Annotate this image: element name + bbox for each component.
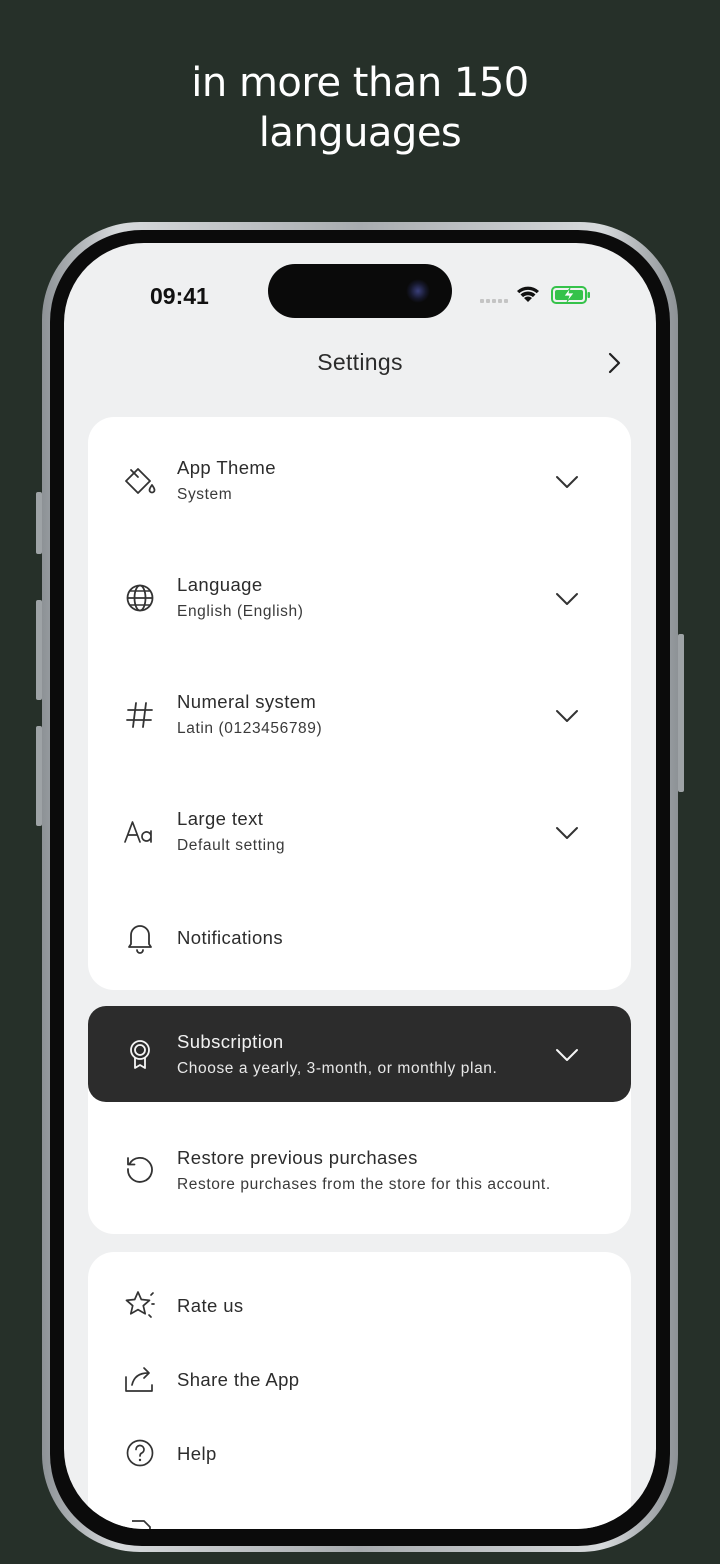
dynamic-island [268,264,452,318]
restore-description: Restore purchases from the store for thi… [177,1176,551,1193]
app-theme-title: App Theme [177,457,276,478]
next-row-partial[interactable] [88,1507,631,1529]
bell-icon [128,925,152,954]
large-text-title: Large text [177,808,264,829]
paint-bucket-icon [125,468,156,494]
rate-us-label: Rate us [177,1295,244,1316]
headline-line-1: in more than 150 [191,60,529,106]
headline: in more than 150 languages [0,58,720,158]
preferences-card: App Theme System Language English (Engli… [88,417,631,990]
restore-purchases-row[interactable]: Restore previous purchases Restore purch… [88,1123,631,1219]
chevron-down-icon[interactable] [552,818,582,848]
help-label: Help [177,1443,217,1464]
language-value: English (English) [177,603,304,620]
text-size-icon [124,821,152,843]
globe-icon [126,584,154,612]
page-title: Settings [317,349,403,375]
action-button [36,492,42,554]
setting-numeral-system[interactable]: Numeral system Latin (0123456789) [88,669,631,763]
power-button [678,634,684,792]
subscription-description: Choose a yearly, 3-month, or monthly pla… [177,1060,498,1077]
hash-icon [126,702,153,728]
setting-language[interactable]: Language English (English) [88,552,631,646]
rate-us-row[interactable]: Rate us [88,1270,631,1340]
restore-title: Restore previous purchases [177,1147,418,1168]
share-app-label: Share the App [177,1369,300,1390]
share-app-row[interactable]: Share the App [88,1344,631,1414]
share-icon [125,1367,153,1392]
setting-app-theme[interactable]: App Theme System [88,435,631,529]
chevron-down-icon[interactable] [552,1040,582,1070]
app-theme-value: System [177,486,233,503]
chevron-down-icon[interactable] [552,584,582,614]
signal-dots-icon [480,299,508,303]
front-camera [406,279,430,303]
document-icon [132,1520,151,1529]
phone-screen: 09:41 Settings App Theme System Language… [64,243,656,1529]
help-row[interactable]: Help [88,1418,631,1488]
subscription-row[interactable]: Subscription Choose a yearly, 3-month, o… [88,1006,631,1102]
status-icons [480,286,590,304]
help-icon [126,1439,154,1467]
headline-line-2: languages [258,110,462,156]
volume-up-button [36,600,42,700]
chevron-down-icon[interactable] [552,467,582,497]
chevron-right-icon[interactable] [600,349,628,377]
language-title: Language [177,574,263,595]
star-icon [125,1291,155,1318]
restore-icon [127,1157,153,1183]
status-time: 09:41 [150,283,209,309]
subscription-title: Subscription [177,1031,284,1052]
chevron-down-icon[interactable] [552,701,582,731]
setting-large-text[interactable]: Large text Default setting [88,786,631,880]
more-card: Rate us Share the App Help [88,1252,631,1529]
large-text-value: Default setting [177,837,286,854]
numeral-system-value: Latin (0123456789) [177,720,323,737]
battery-charging-icon [551,286,590,304]
notifications-title: Notifications [177,927,283,948]
award-icon [130,1040,150,1069]
setting-notifications[interactable]: Notifications [88,903,631,973]
volume-down-button [36,726,42,826]
wifi-icon [517,286,539,302]
numeral-system-title: Numeral system [177,691,317,712]
